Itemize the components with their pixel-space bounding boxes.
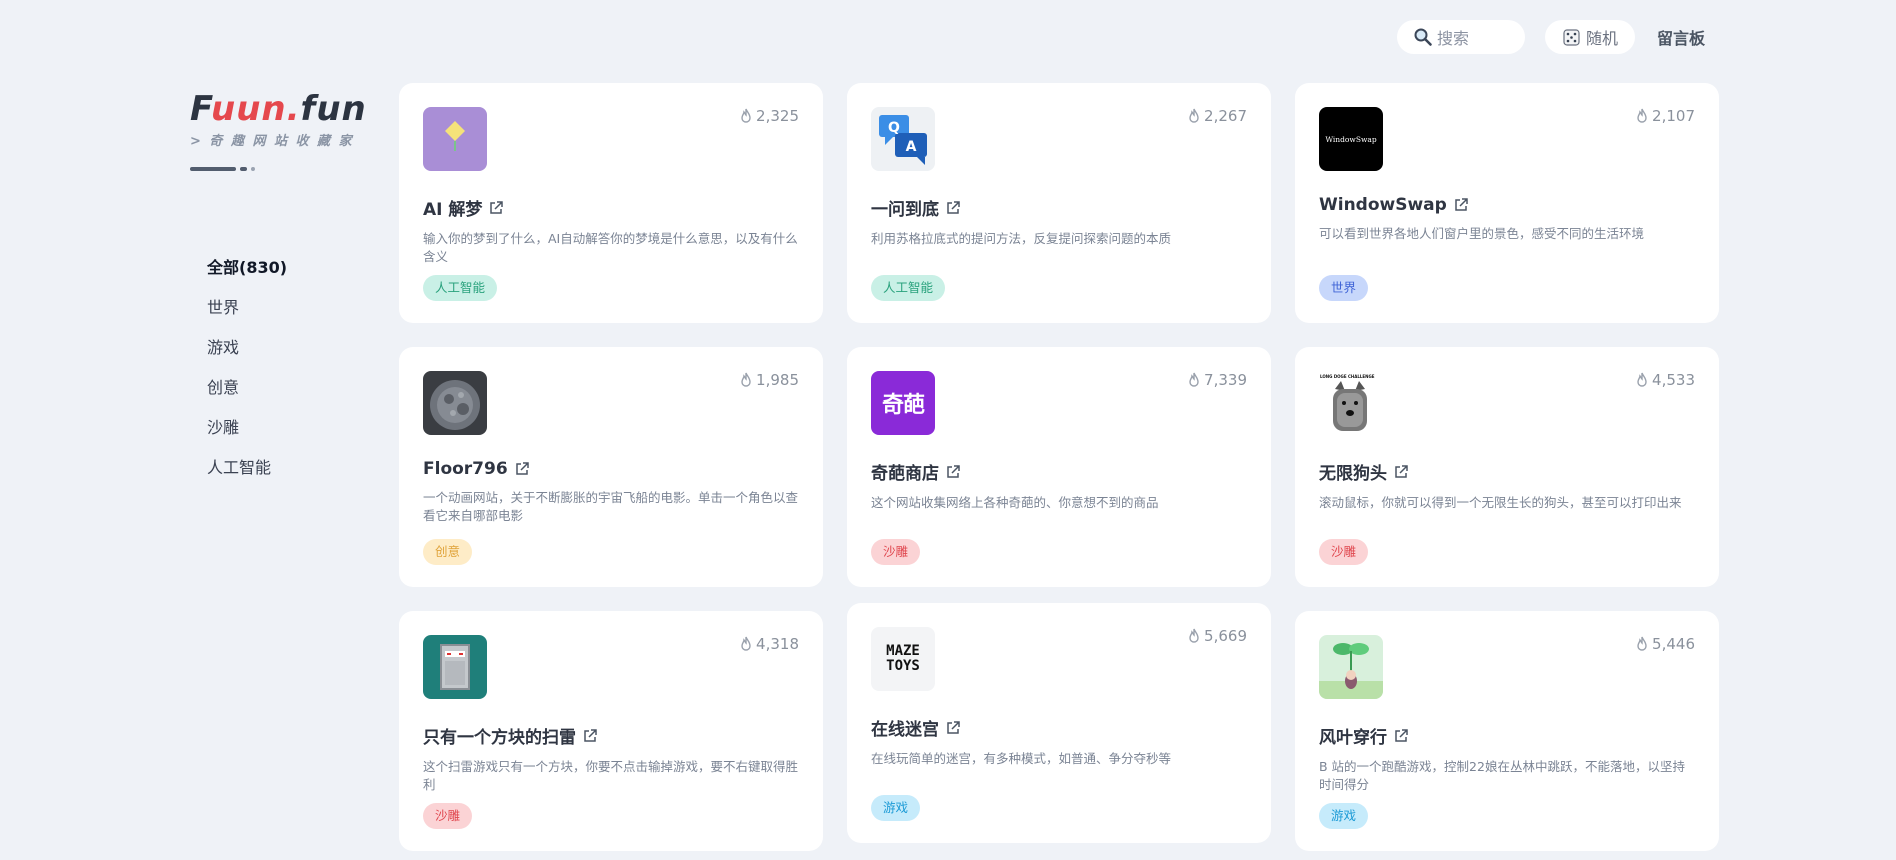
external-link-icon[interactable] bbox=[945, 200, 961, 216]
windowswap-logo: WindowSwap bbox=[1319, 107, 1383, 171]
card-description: 输入你的梦到了什么，AI自动解答你的梦境是什么意思，以及有什么含义 bbox=[423, 231, 798, 264]
svg-text:Q: Q bbox=[888, 120, 900, 136]
card-title[interactable]: AI 解梦 bbox=[423, 195, 799, 220]
site-card[interactable]: 2,325 AI 解梦 输入你的梦到了什么，AI自动解答你的梦境是什么意思，以及… bbox=[399, 83, 823, 323]
flame-icon bbox=[741, 636, 751, 651]
tag-badge[interactable]: 人工智能 bbox=[871, 275, 946, 301]
external-link-icon[interactable] bbox=[1393, 464, 1409, 480]
flame-icon bbox=[741, 108, 751, 123]
search-icon bbox=[1414, 28, 1432, 46]
tag-badge[interactable]: 游戏 bbox=[871, 795, 921, 821]
maze-toys-logo: MAZE TOYS bbox=[871, 627, 935, 691]
svg-text:A: A bbox=[906, 139, 917, 155]
site-card[interactable]: 1,985 Floor796 一个动画网站，关于不断膨胀的宇宙飞船的电影。单击一… bbox=[399, 347, 823, 587]
external-link-icon[interactable] bbox=[1393, 728, 1409, 744]
site-card[interactable]: 5,446 风叶穿行 B 站的一个跑酷游戏，控制22娘在丛林中跳跃，不能落地，以… bbox=[1295, 611, 1719, 851]
flame-icon bbox=[1189, 372, 1199, 387]
category-item-silly[interactable]: 沙雕 bbox=[207, 415, 287, 455]
dice-icon bbox=[1563, 29, 1580, 46]
logo-wordmark: Fuun.fun bbox=[190, 89, 367, 129]
tag-badge[interactable]: 世界 bbox=[1319, 275, 1369, 301]
site-card[interactable]: Q A 2,267 一问到底 利用苏格拉底式的提问方法，反复提问探索问题的本质 … bbox=[847, 83, 1271, 323]
external-link-icon[interactable] bbox=[488, 200, 504, 216]
leaf-character-icon bbox=[1319, 635, 1383, 699]
heat-count: 2,325 bbox=[739, 107, 799, 125]
site-card[interactable]: 4,318 只有一个方块的扫雷 这个扫雷游戏只有一个方块，你要不点击输掉游戏，要… bbox=[399, 611, 823, 851]
flower-dream-icon bbox=[423, 107, 487, 171]
site-card[interactable]: MAZE TOYS 5,669 在线迷宫 在线玩简单的迷宫，有多种模式，如普通、… bbox=[847, 603, 1271, 843]
logo-subtitle: > 奇 趣 网 站 收 藏 家 bbox=[190, 134, 354, 149]
tag-badge[interactable]: 创意 bbox=[423, 539, 473, 565]
category-item-creative[interactable]: 创意 bbox=[207, 375, 287, 415]
tag-badge[interactable]: 沙雕 bbox=[423, 803, 473, 829]
external-link-icon[interactable] bbox=[514, 461, 530, 477]
category-item-ai[interactable]: 人工智能 bbox=[207, 455, 287, 495]
heat-count: 5,446 bbox=[1635, 635, 1695, 653]
tag-badge[interactable]: 人工智能 bbox=[423, 275, 498, 301]
weird-shop-logo: 奇葩 bbox=[871, 371, 935, 435]
flame-icon bbox=[1637, 108, 1647, 123]
site-card[interactable]: 奇葩 7,339 奇葩商店 这个网站收集网络上各种奇葩的、你意想不到的商品 沙雕 bbox=[847, 347, 1271, 587]
card-description: 这个网站收集网络上各种奇葩的、你意想不到的商品 bbox=[871, 495, 1159, 510]
card-title[interactable]: Floor796 bbox=[423, 459, 799, 479]
flame-icon bbox=[741, 372, 751, 387]
site-card[interactable]: WindowSwap 2,107 WindowSwap 可以看到世界各地人们窗户… bbox=[1295, 83, 1719, 323]
flame-icon bbox=[1637, 372, 1647, 387]
external-link-icon[interactable] bbox=[945, 464, 961, 480]
category-item-games[interactable]: 游戏 bbox=[207, 335, 287, 375]
guestbook-link[interactable]: 留言板 bbox=[1657, 25, 1705, 49]
card-title[interactable]: 风叶穿行 bbox=[1319, 723, 1695, 748]
random-button[interactable]: 随机 bbox=[1545, 20, 1635, 54]
site-logo[interactable]: Fuun.fun > 奇 趣 网 站 收 藏 家 bbox=[190, 92, 367, 171]
card-description: 一个动画网站，关于不断膨胀的宇宙飞船的电影。单击一个角色以查看它来自哪部电影 bbox=[423, 490, 799, 523]
card-description: B 站的一个跑酷游戏，控制22娘在丛林中跳跃，不能落地，以坚持时间得分 bbox=[1319, 759, 1685, 792]
category-item-all[interactable]: 全部(830) bbox=[207, 255, 287, 295]
category-sidebar: 全部(830) 世界 游戏 创意 沙雕 人工智能 bbox=[207, 255, 287, 495]
external-link-icon[interactable] bbox=[582, 728, 598, 744]
tag-badge[interactable]: 沙雕 bbox=[871, 539, 921, 565]
flame-icon bbox=[1189, 628, 1199, 643]
tag-badge[interactable]: 沙雕 bbox=[1319, 539, 1369, 565]
card-description: 这个扫雷游戏只有一个方块，你要不点击输掉游戏，要不右键取得胜利 bbox=[423, 759, 799, 792]
heat-count: 2,107 bbox=[1635, 107, 1695, 125]
card-title[interactable]: 无限狗头 bbox=[1319, 459, 1695, 484]
category-item-world[interactable]: 世界 bbox=[207, 295, 287, 335]
flame-icon bbox=[1189, 108, 1199, 123]
search-placeholder: 搜索 bbox=[1437, 29, 1470, 48]
logo-decoration bbox=[190, 167, 367, 171]
card-title[interactable]: 只有一个方块的扫雷 bbox=[423, 723, 799, 748]
card-title[interactable]: WindowSwap bbox=[1319, 195, 1695, 215]
heat-count: 5,669 bbox=[1187, 627, 1247, 645]
heat-count: 7,339 bbox=[1187, 371, 1247, 389]
search-input[interactable]: 搜索 bbox=[1397, 20, 1525, 54]
site-card[interactable]: LONG DOGE CHALLENGE 4,533 无限狗头 滚动鼠标，你就可以… bbox=[1295, 347, 1719, 587]
card-description: 滚动鼠标，你就可以得到一个无限生长的狗头，甚至可以打印出来 bbox=[1319, 495, 1682, 510]
card-title[interactable]: 在线迷宫 bbox=[871, 715, 1247, 740]
heat-count: 4,533 bbox=[1635, 371, 1695, 389]
random-label: 随机 bbox=[1585, 29, 1618, 48]
qa-bubbles-icon: Q A bbox=[871, 107, 935, 171]
heat-count: 4,318 bbox=[739, 635, 799, 653]
card-description: 利用苏格拉底式的提问方法，反复提问探索问题的本质 bbox=[871, 231, 1172, 246]
top-nav: 搜索 随机 留言板 bbox=[1397, 20, 1705, 54]
long-doge-icon: LONG DOGE CHALLENGE bbox=[1319, 371, 1383, 435]
external-link-icon[interactable] bbox=[945, 720, 961, 736]
card-title[interactable]: 奇葩商店 bbox=[871, 459, 1247, 484]
minesweeper-icon bbox=[423, 635, 487, 699]
heat-count: 2,267 bbox=[1187, 107, 1247, 125]
space-station-icon bbox=[423, 371, 487, 435]
card-description: 可以看到世界各地人们窗户里的景色，感受不同的生活环境 bbox=[1319, 226, 1645, 241]
tag-badge[interactable]: 游戏 bbox=[1319, 803, 1369, 829]
card-title[interactable]: 一问到底 bbox=[871, 195, 1247, 220]
card-description: 在线玩简单的迷宫，有多种模式，如普通、争分夺秒等 bbox=[871, 751, 1172, 766]
external-link-icon[interactable] bbox=[1453, 197, 1469, 213]
heat-count: 1,985 bbox=[739, 371, 799, 389]
flame-icon bbox=[1637, 636, 1647, 651]
